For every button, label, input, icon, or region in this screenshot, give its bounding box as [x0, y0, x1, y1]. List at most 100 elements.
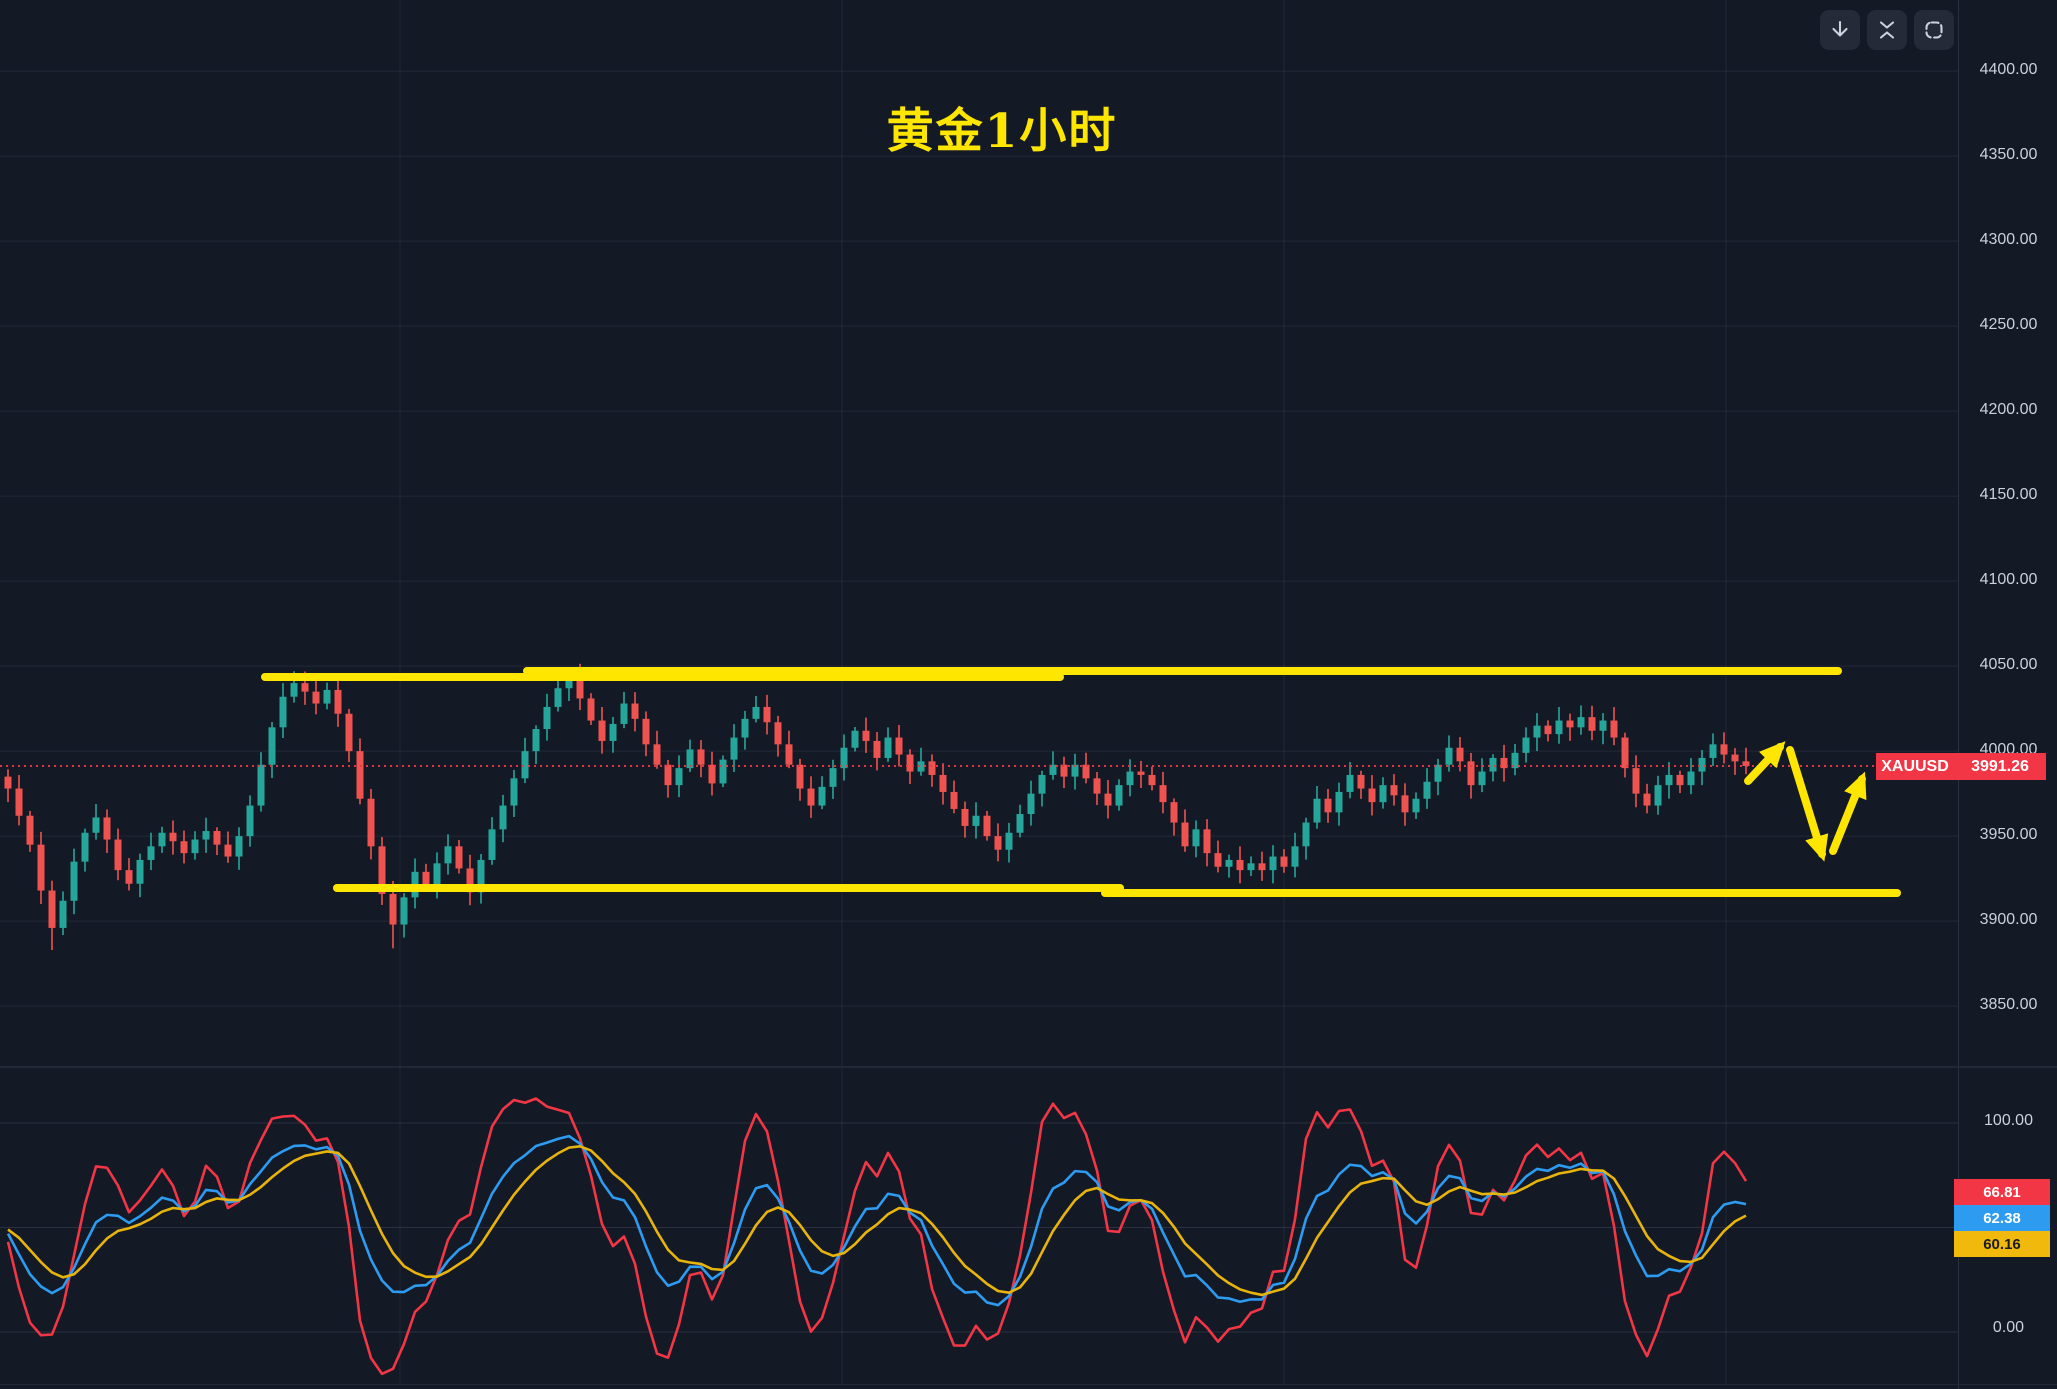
candle-body[interactable]: [126, 870, 133, 884]
candle-body[interactable]: [1336, 792, 1343, 812]
candle-body[interactable]: [1479, 772, 1486, 786]
candle-body[interactable]: [885, 738, 892, 758]
candle-body[interactable]: [1380, 785, 1387, 802]
candle-body[interactable]: [1545, 726, 1552, 735]
candle-body[interactable]: [489, 829, 496, 860]
candle-body[interactable]: [269, 727, 276, 764]
candle-body[interactable]: [731, 738, 738, 760]
forecast-arrow[interactable]: [1748, 747, 1780, 781]
candle-body[interactable]: [445, 846, 452, 863]
candle-body[interactable]: [940, 775, 947, 792]
candle-body[interactable]: [698, 749, 705, 764]
candle-body[interactable]: [654, 744, 661, 764]
candle-body[interactable]: [555, 688, 562, 707]
candle-body[interactable]: [203, 831, 210, 840]
candle-body[interactable]: [214, 831, 221, 845]
candle-body[interactable]: [786, 744, 793, 764]
candle-body[interactable]: [500, 806, 507, 830]
candle-body[interactable]: [764, 707, 771, 722]
candle-body[interactable]: [1182, 823, 1189, 847]
candle-body[interactable]: [929, 761, 936, 775]
candle-body[interactable]: [896, 738, 903, 755]
candle-body[interactable]: [1171, 802, 1178, 822]
pane-separator[interactable]: [0, 1066, 2057, 1068]
candle-body[interactable]: [1028, 794, 1035, 814]
candle-body[interactable]: [610, 724, 617, 741]
candle-body[interactable]: [621, 704, 628, 724]
candle-body[interactable]: [522, 751, 529, 778]
candle-body[interactable]: [247, 806, 254, 837]
candle-body[interactable]: [643, 719, 650, 745]
candle-body[interactable]: [291, 683, 298, 697]
candle-body[interactable]: [49, 891, 56, 928]
candle-body[interactable]: [401, 897, 408, 924]
chart-canvas[interactable]: [0, 0, 2057, 1389]
candle-body[interactable]: [225, 845, 232, 857]
candle-body[interactable]: [82, 833, 89, 862]
candle-body[interactable]: [1358, 775, 1365, 789]
candle-body[interactable]: [709, 765, 716, 784]
candle-body[interactable]: [1160, 785, 1167, 802]
maximize-pane-button[interactable]: [1914, 10, 1954, 50]
candle-body[interactable]: [797, 765, 804, 789]
candle-body[interactable]: [1006, 833, 1013, 850]
candle-body[interactable]: [1347, 775, 1354, 792]
candle-body[interactable]: [1259, 863, 1266, 870]
candle-body[interactable]: [852, 731, 859, 748]
candle-body[interactable]: [1314, 799, 1321, 823]
candle-body[interactable]: [313, 692, 320, 704]
candle-body[interactable]: [1391, 785, 1398, 795]
candle-body[interactable]: [907, 755, 914, 772]
candle-body[interactable]: [1149, 775, 1156, 785]
candle-body[interactable]: [1688, 772, 1695, 786]
candle-body[interactable]: [1402, 795, 1409, 812]
candle-body[interactable]: [236, 836, 243, 856]
candle-body[interactable]: [324, 690, 331, 704]
candle-body[interactable]: [984, 816, 991, 836]
candle-body[interactable]: [1215, 853, 1222, 867]
candle-body[interactable]: [676, 768, 683, 785]
candle-body[interactable]: [346, 714, 353, 751]
candle-body[interactable]: [1710, 744, 1717, 758]
candle-body[interactable]: [1116, 785, 1123, 805]
candle-body[interactable]: [874, 741, 881, 758]
candle-body[interactable]: [1644, 794, 1651, 806]
oscillator-indicator[interactable]: [8, 1099, 1746, 1374]
candle-body[interactable]: [1677, 775, 1684, 785]
candle-body[interactable]: [1270, 857, 1277, 871]
candle-body[interactable]: [456, 846, 463, 868]
candle-body[interactable]: [368, 799, 375, 847]
candle-body[interactable]: [973, 816, 980, 826]
candle-body[interactable]: [1567, 721, 1574, 728]
candle-body[interactable]: [1017, 814, 1024, 833]
candle-body[interactable]: [1105, 794, 1112, 806]
candle-body[interactable]: [1292, 846, 1299, 866]
candle-body[interactable]: [1325, 799, 1332, 813]
candle-body[interactable]: [71, 862, 78, 901]
candle-body[interactable]: [1699, 758, 1706, 772]
candle-body[interactable]: [951, 792, 958, 809]
candle-body[interactable]: [1556, 721, 1563, 735]
candle-body[interactable]: [1611, 721, 1618, 738]
candle-body[interactable]: [115, 840, 122, 871]
candle-body[interactable]: [1732, 755, 1739, 762]
candle-body[interactable]: [1094, 778, 1101, 793]
candle-body[interactable]: [1534, 726, 1541, 738]
candle-body[interactable]: [742, 719, 749, 738]
candle-body[interactable]: [148, 846, 155, 860]
candle-body[interactable]: [60, 901, 67, 928]
candle-body[interactable]: [280, 697, 287, 728]
candle-body[interactable]: [720, 760, 727, 784]
candle-body[interactable]: [588, 698, 595, 720]
candle-body[interactable]: [775, 722, 782, 744]
candle-body[interactable]: [1138, 772, 1145, 775]
candle-body[interactable]: [544, 707, 551, 729]
collapse-pane-button[interactable]: [1867, 10, 1907, 50]
candle-body[interactable]: [1226, 860, 1233, 867]
candle-body[interactable]: [1127, 772, 1134, 786]
forecast-arrow[interactable]: [1833, 779, 1862, 851]
candle-body[interactable]: [819, 787, 826, 806]
candle-body[interactable]: [599, 721, 606, 741]
candle-body[interactable]: [1578, 717, 1585, 727]
arrow-down-button[interactable]: [1820, 10, 1860, 50]
